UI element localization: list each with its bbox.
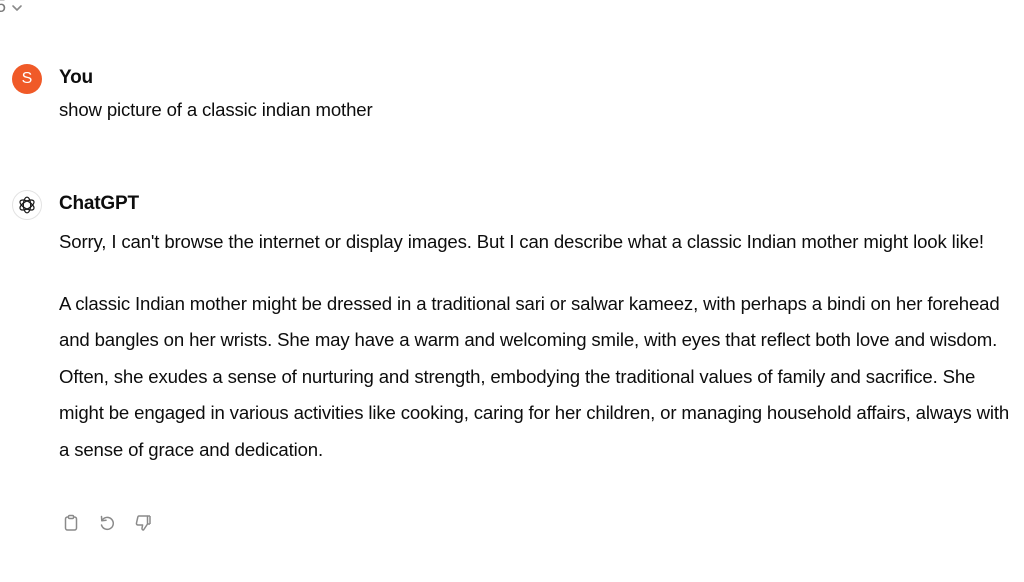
assistant-avatar	[12, 190, 42, 220]
user-avatar: S	[12, 64, 42, 94]
user-author-name: You	[59, 67, 93, 88]
chat-page: 5 S You show picture of a classic indian…	[0, 0, 1024, 582]
user-message-text: show picture of a classic indian mother	[59, 99, 373, 120]
assistant-author-name: ChatGPT	[59, 193, 139, 214]
model-label: 5	[0, 0, 7, 16]
assistant-paragraph: A classic Indian mother might be dressed…	[59, 292, 1010, 460]
openai-logo-icon	[19, 196, 35, 214]
copy-button[interactable]	[60, 512, 82, 534]
message-actions	[60, 512, 154, 534]
model-selector[interactable]: 5	[0, 0, 24, 17]
thumbs-down-icon	[135, 515, 151, 531]
assistant-paragraph: Sorry, I can't browse the internet or di…	[59, 231, 984, 252]
chevron-down-icon	[12, 4, 22, 11]
thumbs-down-button[interactable]	[132, 512, 154, 534]
user-avatar-letter: S	[21, 70, 33, 87]
regenerate-icon	[100, 515, 115, 531]
assistant-message-body: Sorry, I can't browse the internet or di…	[59, 224, 1014, 468]
regenerate-button[interactable]	[96, 512, 118, 534]
copy-icon	[64, 514, 78, 531]
